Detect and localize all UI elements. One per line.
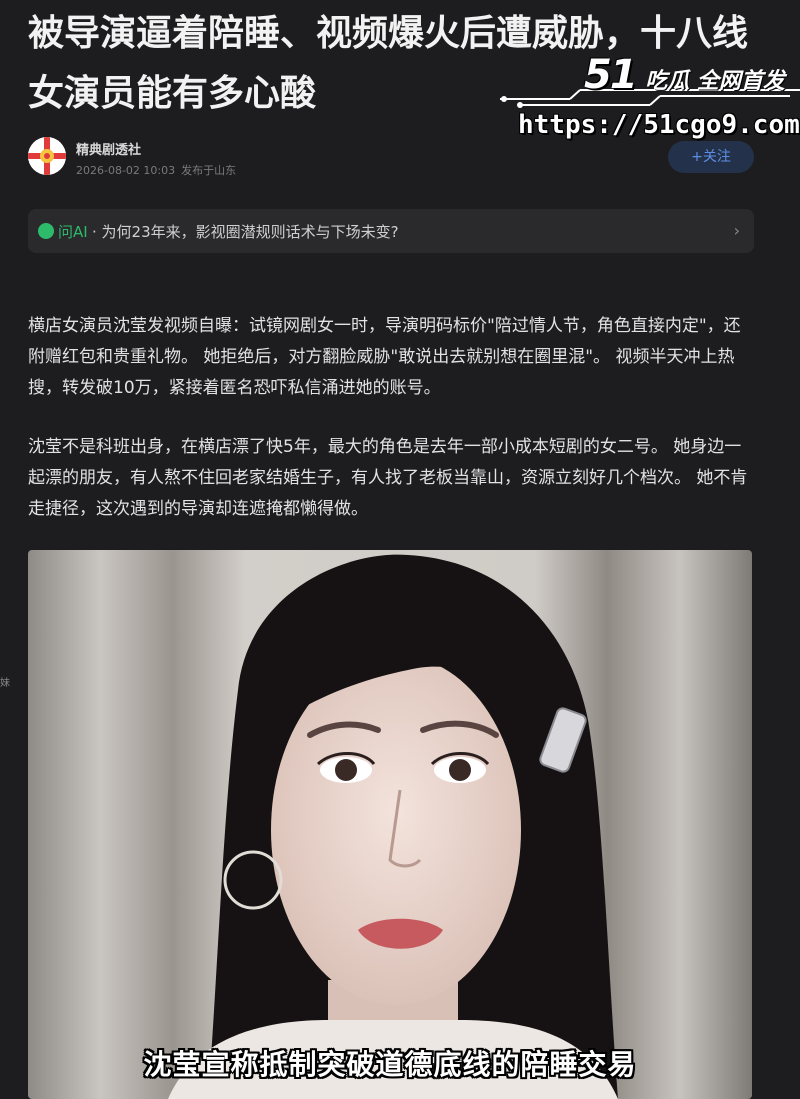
ai-label: 问AI	[58, 223, 88, 241]
ai-question: · 为何23年来，影视圈潜规则话术与下场未变?	[92, 223, 399, 241]
watermark-url: https://51cgo9.com	[518, 110, 800, 140]
paragraph-1: 横店女演员沈莹发视频自曝：试镜网剧女一时，导演明码标价"陪过情人节，角色直接内定…	[28, 316, 741, 398]
watermark-brand: 51 吃瓜 全网首发	[584, 52, 785, 98]
paragraph-2: 沈莹不是科班出身，在横店漂了快5年，最大的角色是去年一部小成本短剧的女二号。 她…	[28, 437, 748, 519]
chevron-right-icon: ›	[733, 221, 740, 240]
side-mark: 妹	[0, 678, 10, 689]
publish-date: 2026-08-02 10:03	[76, 164, 176, 177]
ai-robot-icon	[38, 223, 54, 239]
watermark-brand-number: 51	[584, 52, 638, 98]
author-meta: 2026-08-02 10:03 发布于山东	[76, 162, 242, 178]
author-row: 精典剧透社 2026-08-02 10:03 发布于山东 +关注	[28, 137, 754, 181]
avatar[interactable]	[28, 137, 66, 175]
article-photo[interactable]: 沈莹宣称抵制突破道德底线的陪睡交易	[28, 550, 752, 1099]
follow-button[interactable]: +关注	[668, 141, 754, 173]
woman-portrait-icon	[28, 550, 752, 1099]
photo-caption: 沈莹宣称抵制突破道德底线的陪睡交易	[143, 1048, 637, 1081]
author-name[interactable]: 精典剧透社	[76, 139, 141, 158]
watermark-brand-text: 吃瓜 全网首发	[645, 69, 785, 94]
ask-ai-bar[interactable]: 问AI · 为何23年来，影视圈潜规则话术与下场未变? ›	[28, 209, 754, 253]
avatar-image-icon	[28, 137, 66, 175]
publish-location: 发布于山东	[181, 164, 237, 177]
